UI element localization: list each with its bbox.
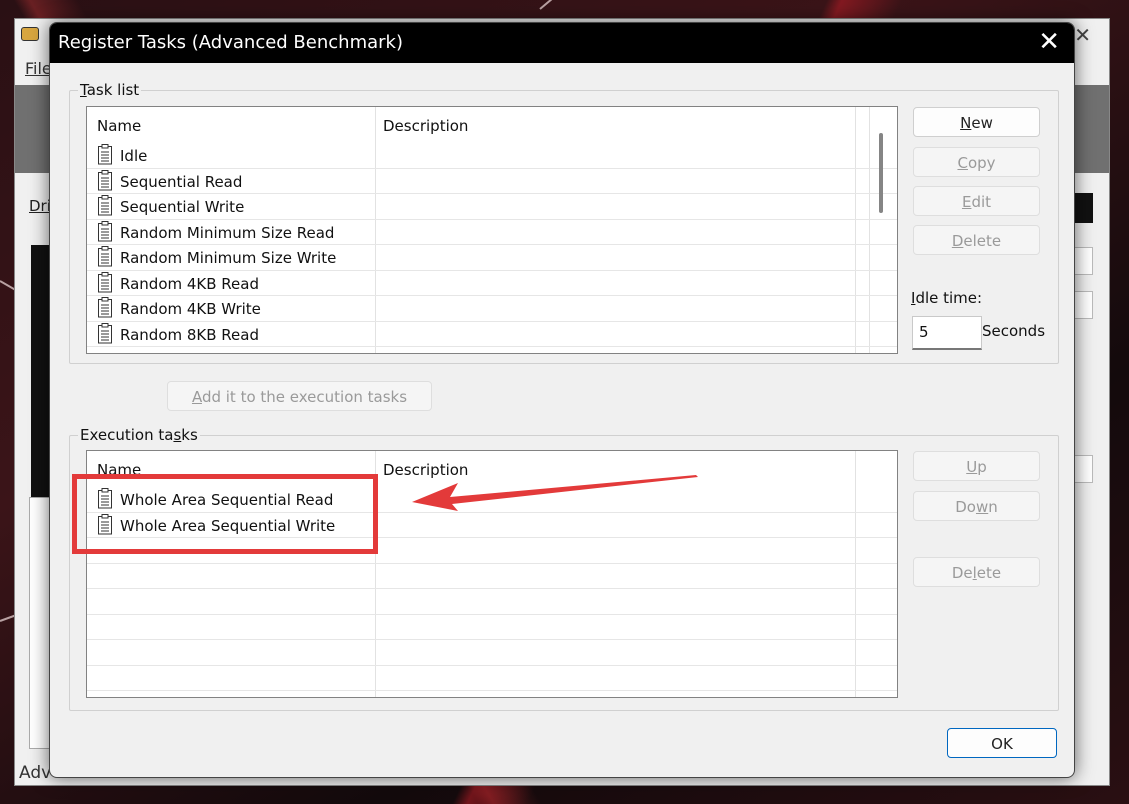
clipboard-icon (97, 246, 113, 267)
delete-execution-button[interactable]: Delete (913, 557, 1040, 587)
task-list-scrollbar[interactable] (879, 133, 883, 213)
clipboard-icon (97, 322, 113, 344)
task-list-legend: Task list (80, 81, 140, 99)
clipboard-icon (97, 169, 113, 191)
app-icon (21, 27, 39, 41)
background-status-text: Adv (19, 763, 52, 783)
list-item-label: Random 4KB Read (120, 274, 259, 293)
list-item[interactable]: Random 4KB Read (87, 271, 897, 297)
list-item[interactable]: Random 4KB Write (87, 296, 897, 322)
task-list-view[interactable]: Name Description Idle Sequential Read Sequ… (86, 106, 898, 354)
clipboard-icon (97, 513, 113, 535)
dialog-titlebar: Register Tasks (Advanced Benchmark) ✕ (50, 23, 1074, 63)
clipboard-icon (97, 220, 113, 242)
list-item[interactable]: Random 8KB Read (87, 322, 897, 348)
list-item-label: Whole Area Sequential Read (120, 491, 334, 509)
list-item-label: Random 4KB Write (120, 300, 261, 318)
clipboard-icon (97, 144, 113, 165)
background-close-icon[interactable]: ✕ (1074, 23, 1091, 47)
register-tasks-dialog: Register Tasks (Advanced Benchmark) ✕ Ta… (49, 22, 1075, 778)
list-item[interactable]: Idle (87, 143, 897, 169)
close-icon[interactable]: ✕ (1038, 27, 1060, 57)
column-header-name[interactable]: Name (97, 461, 141, 479)
list-item[interactable]: Random Minimum Size Read (87, 220, 897, 246)
list-item[interactable]: Random Minimum Size Write (87, 245, 897, 271)
add-to-execution-button[interactable]: Add it to the execution tasks (167, 381, 432, 411)
list-item-label: Idle (120, 147, 148, 165)
clipboard-icon (97, 488, 113, 509)
menu-file[interactable]: File (25, 59, 52, 78)
annotation-arrow (412, 475, 698, 511)
list-item-label: Random Minimum Size Write (120, 249, 337, 267)
execution-tasks-legend: Execution tasks (80, 426, 198, 444)
dialog-title: Register Tasks (Advanced Benchmark) (58, 32, 403, 53)
idle-time-label: Idle time: (911, 289, 983, 307)
clipboard-icon (97, 195, 113, 216)
up-button[interactable]: Up (913, 451, 1040, 481)
new-button[interactable]: New (913, 107, 1040, 137)
edit-button[interactable]: Edit (913, 186, 1040, 216)
column-header-name[interactable]: Name (97, 117, 141, 135)
list-item-label: Random Minimum Size Read (120, 223, 335, 242)
delete-task-button[interactable]: Delete (913, 225, 1040, 255)
ok-button[interactable]: OK (947, 728, 1057, 758)
task-list-header: Name Description (87, 107, 897, 141)
idle-time-input[interactable]: 5 (912, 316, 982, 350)
list-item-label: Sequential Read (120, 172, 243, 191)
list-item-label: Sequential Write (120, 198, 245, 216)
clipboard-icon (97, 297, 113, 318)
list-item-label: Random 8KB Read (120, 325, 259, 344)
list-item[interactable]: Sequential Write (87, 194, 897, 220)
idle-time-unit: Seconds (982, 322, 1046, 340)
list-item[interactable]: Sequential Read (87, 169, 897, 195)
copy-button[interactable]: Copy (913, 147, 1040, 177)
clipboard-icon (97, 271, 113, 293)
column-header-description[interactable]: Description (383, 117, 468, 135)
list-item-label: Whole Area Sequential Write (120, 516, 336, 535)
drive-label: Dri (29, 197, 51, 215)
down-button[interactable]: Down (913, 491, 1040, 521)
